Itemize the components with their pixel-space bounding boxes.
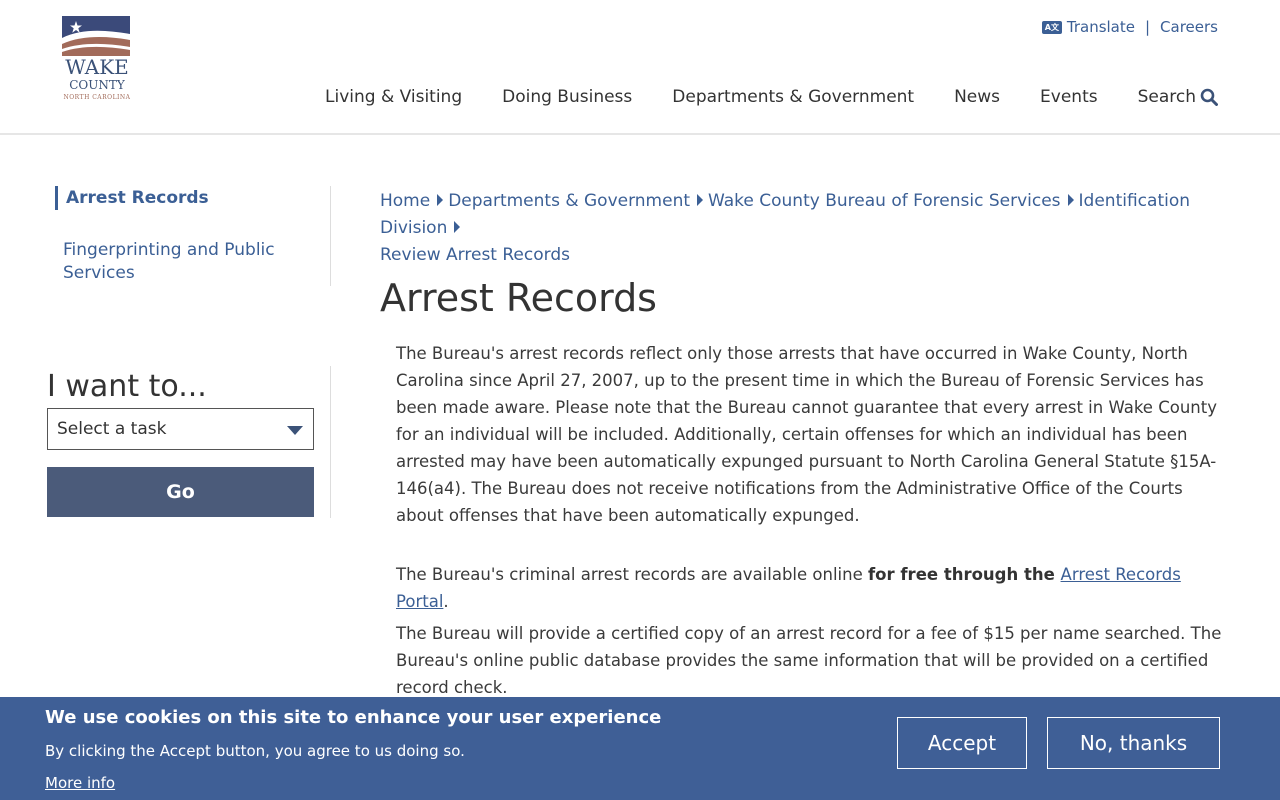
careers-link[interactable]: Careers: [1160, 18, 1218, 36]
main-nav: Living & Visiting Doing Business Departm…: [325, 87, 1218, 107]
nav-news[interactable]: News: [954, 87, 1000, 107]
breadcrumb-home[interactable]: Home: [380, 191, 430, 211]
cookie-banner: We use cookies on this site to enhance y…: [0, 697, 1280, 800]
nav-doing-business[interactable]: Doing Business: [502, 87, 632, 107]
go-button[interactable]: Go: [47, 467, 314, 517]
breadcrumb: Home Departments & Government Wake County …: [380, 188, 1230, 269]
flag-logo-icon: [62, 16, 130, 56]
page-title: Arrest Records: [380, 276, 657, 320]
breadcrumb-arrow-icon: [697, 194, 704, 206]
certified-copy-paragraph: The Bureau will provide a certified copy…: [396, 624, 1222, 697]
breadcrumb-arrow-icon: [1067, 194, 1074, 206]
cookie-title: We use cookies on this site to enhance y…: [45, 707, 662, 728]
translate-link[interactable]: Translate: [1067, 18, 1135, 36]
section-nav: Arrest Records Fingerprinting and Public…: [47, 186, 331, 286]
breadcrumb-forensic-services[interactable]: Wake County Bureau of Forensic Services: [708, 191, 1061, 211]
i-want-to-heading: I want to...: [47, 369, 207, 404]
logo-wake-text: WAKE: [65, 55, 129, 79]
breadcrumb-departments[interactable]: Departments & Government: [448, 191, 690, 211]
logo-county-text: COUNTY: [69, 78, 125, 92]
i-want-to-widget: I want to... Select a task Go: [47, 366, 331, 518]
nav-departments-government[interactable]: Departments & Government: [672, 87, 914, 107]
site-header: WAKE COUNTY NORTH CAROLINA A文 Translate …: [0, 0, 1280, 135]
portal-paragraph: The Bureau's criminal arrest records are…: [396, 561, 1226, 615]
portal-period: .: [443, 592, 449, 611]
cookie-text: By clicking the Accept button, you agree…: [45, 742, 465, 760]
task-select[interactable]: Select a task: [47, 408, 314, 450]
translate-icon[interactable]: A文: [1041, 20, 1062, 34]
chevron-down-icon: [287, 426, 303, 435]
breadcrumb-arrow-icon: [437, 194, 444, 206]
sidebar-item-fingerprinting[interactable]: Fingerprinting and Public Services: [63, 239, 313, 285]
logo-state-text: NORTH CAROLINA: [63, 94, 131, 101]
breadcrumb-arrow-icon: [454, 221, 461, 233]
nav-events[interactable]: Events: [1040, 87, 1098, 107]
nav-living-visiting[interactable]: Living & Visiting: [325, 87, 462, 107]
search-icon: [1200, 88, 1218, 106]
cookie-more-info-link[interactable]: More info: [45, 774, 115, 792]
portal-text: The Bureau's criminal arrest records are…: [396, 565, 868, 584]
intro-paragraph: The Bureau's arrest records reflect only…: [396, 344, 1217, 525]
search-label: Search: [1137, 87, 1196, 107]
sidebar-item-arrest-records[interactable]: Arrest Records: [55, 186, 209, 210]
breadcrumb-review-arrest-records[interactable]: Review Arrest Records: [380, 245, 570, 265]
task-select-value: Select a task: [57, 419, 167, 439]
cookie-decline-button[interactable]: No, thanks: [1047, 717, 1220, 769]
utility-nav: A文 Translate | Careers: [1041, 17, 1218, 37]
search-button[interactable]: Search: [1138, 87, 1218, 107]
portal-bold-text: for free through the: [867, 565, 1061, 584]
cookie-accept-button[interactable]: Accept: [897, 717, 1027, 769]
wake-county-logo[interactable]: WAKE COUNTY NORTH CAROLINA: [62, 16, 132, 106]
utility-separator: |: [1144, 18, 1151, 36]
